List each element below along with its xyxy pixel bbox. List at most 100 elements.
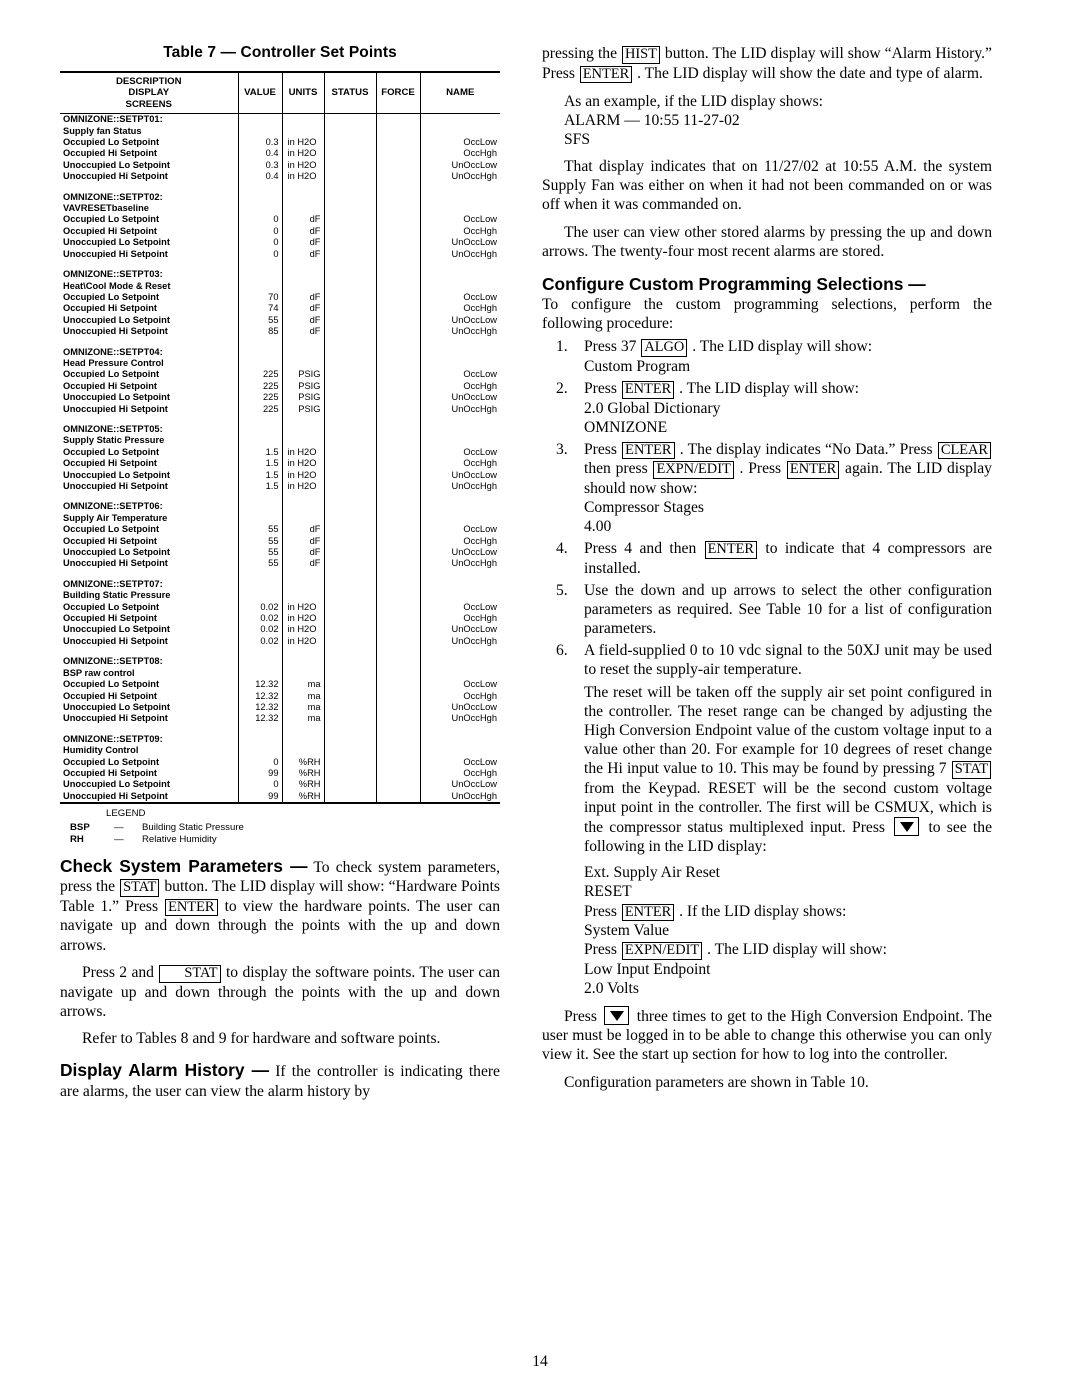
legend-abbr: BSP: [70, 821, 90, 833]
lid-ext-supply-air-reset: Ext. Supply Air Reset: [584, 864, 721, 882]
group-subtitle: Building Static Pressure: [63, 590, 171, 601]
row-force: [375, 369, 420, 381]
down-arrow-icon[interactable]: [894, 817, 920, 837]
row-status: [323, 469, 376, 481]
algo-key[interactable]: ALGO: [641, 339, 688, 357]
row-description: Occupied Hi Setpoint: [63, 690, 158, 701]
row-status: [323, 369, 376, 381]
row-name: OccHgh: [419, 535, 500, 548]
hist-key[interactable]: HIST: [621, 46, 660, 64]
row-status: [323, 779, 376, 791]
table-title: Table 7 — Controller Set Points: [163, 44, 397, 61]
lid-system-value: System Value: [584, 922, 670, 939]
row-value: 0: [237, 779, 282, 791]
display-alarm-history-heading: Display Alarm History —: [60, 1060, 270, 1081]
expn-edit-key[interactable]: EXPN/EDIT: [653, 461, 734, 479]
row-value: 225: [237, 380, 282, 393]
configuration-steps-list: Press 37 ALGO . The LID display will sho…: [542, 337, 992, 679]
legend-entry: RH — Relative Humidity: [70, 834, 500, 846]
row-units: dF: [281, 303, 324, 315]
table-row: Occupied Hi Setpoint 1.5 in H2O OccHgh: [60, 458, 500, 470]
row-status: [323, 248, 376, 261]
table-group-header-row: OMNIZONE::SETPT04:: [60, 346, 500, 358]
reset-text-a: The reset will be taken off the supply a…: [584, 684, 992, 778]
row-status: [323, 171, 376, 183]
row-force: [375, 690, 420, 702]
row-value: 99: [237, 790, 282, 803]
row-force: [375, 171, 420, 183]
lid-compressor-value: 4.00: [584, 517, 612, 535]
table-row: Occupied Hi Setpoint 12.32 ma OccHgh: [60, 690, 500, 702]
row-value: 74: [237, 303, 282, 315]
row-description: Unoccupied Hi Setpoint: [63, 326, 168, 337]
table-group-subtitle-row: Humidity Control: [60, 745, 500, 757]
row-value: 0: [237, 248, 282, 261]
row-value: 55: [237, 314, 282, 327]
expn-edit-key[interactable]: EXPN/EDIT: [621, 942, 703, 960]
stored-alarms-paragraph: The user can view other stored alarms by…: [542, 224, 992, 261]
row-name: OccLow: [419, 601, 500, 614]
row-status: [323, 403, 376, 415]
table-row: Unoccupied Lo Setpoint 55 dF UnOccLow: [60, 547, 500, 559]
step3-text-b: . The display indicates “No Data.” Press: [679, 440, 933, 458]
enter-key[interactable]: ENTER: [621, 381, 675, 399]
enter-key[interactable]: ENTER: [786, 461, 840, 479]
row-force: [375, 214, 420, 226]
row-force: [375, 248, 420, 261]
row-units: in H2O: [281, 446, 324, 459]
table-group-subtitle-row: Supply fan Status: [60, 125, 500, 138]
row-units: ma: [281, 679, 324, 691]
row-force: [375, 458, 420, 470]
software-points-paragraph: Press 2 and STAT to display the software…: [60, 963, 500, 1021]
row-force: [375, 380, 420, 393]
group-id: OMNIZONE::SETPT07:: [63, 578, 163, 589]
high-conversion-endpoint-paragraph: Press three times to get to the High Con…: [542, 1006, 992, 1064]
row-status: [323, 446, 376, 459]
page-number: 14: [532, 1353, 548, 1370]
legend-title: LEGEND: [106, 808, 146, 820]
table-group-subtitle-row: Supply Air Temperature: [60, 512, 500, 525]
enter-key[interactable]: ENTER: [165, 898, 218, 917]
clear-key[interactable]: CLEAR: [937, 441, 992, 460]
row-status: [323, 148, 376, 160]
table-spacer-row: [60, 337, 500, 347]
stat-key[interactable]: STAT: [951, 761, 991, 779]
row-value: 0: [237, 225, 282, 238]
row-description: Unoccupied Lo Setpoint: [63, 314, 170, 325]
table-row: Occupied Lo Setpoint 70 dF OccLow: [60, 291, 500, 304]
press-enter-text-b: . If the LID display shows:: [679, 902, 847, 920]
row-status: [323, 392, 376, 404]
row-description: Occupied Lo Setpoint: [63, 446, 160, 457]
row-units: dF: [281, 214, 324, 226]
row-units: in H2O: [281, 481, 324, 493]
row-description: Occupied Lo Setpoint: [63, 369, 160, 380]
row-status: [323, 326, 376, 338]
controller-setpoints-table: DESCRIPTION DISPLAY SCREENS VALUE UNITS …: [60, 71, 500, 803]
row-status: [323, 535, 376, 548]
row-status: [323, 601, 376, 614]
down-arrow-icon[interactable]: [604, 1006, 630, 1026]
row-status: [323, 558, 376, 570]
row-description: Unoccupied Lo Setpoint: [63, 469, 170, 480]
table-row: Occupied Hi Setpoint 99 %RH OccHgh: [60, 767, 500, 780]
row-status: [323, 458, 376, 470]
enter-key[interactable]: ENTER: [579, 65, 633, 83]
row-name: UnOccHgh: [419, 635, 500, 648]
enter-key[interactable]: ENTER: [622, 441, 675, 460]
stat-key[interactable]: STAT: [159, 965, 221, 983]
group-id: OMNIZONE::SETPT09:: [63, 733, 163, 744]
enter-key[interactable]: ENTER: [621, 903, 675, 921]
row-units: ma: [281, 690, 324, 702]
row-status: [323, 314, 376, 327]
lid-compressor-stages: Compressor Stages: [584, 498, 704, 516]
row-description: Unoccupied Hi Setpoint: [63, 790, 168, 801]
row-force: [375, 237, 420, 249]
stat-key[interactable]: STAT: [120, 879, 160, 897]
row-value: 12.32: [237, 713, 282, 725]
row-name: OccLow: [419, 137, 500, 149]
right-column: pressing the HIST button. The LID displa…: [542, 44, 992, 1092]
row-status: [323, 225, 376, 238]
group-id: OMNIZONE::SETPT03:: [63, 269, 163, 280]
enter-key[interactable]: ENTER: [704, 541, 758, 559]
table-group-subtitle-row: BSP raw control: [60, 667, 500, 680]
